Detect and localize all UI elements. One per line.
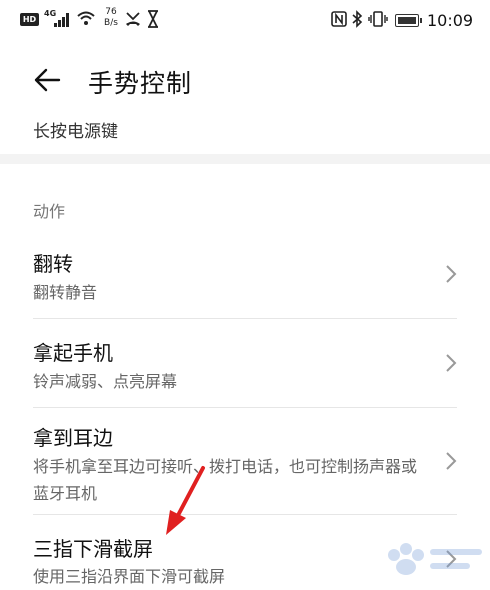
watermark-logo [388, 543, 482, 575]
annotation-arrow [166, 466, 205, 535]
